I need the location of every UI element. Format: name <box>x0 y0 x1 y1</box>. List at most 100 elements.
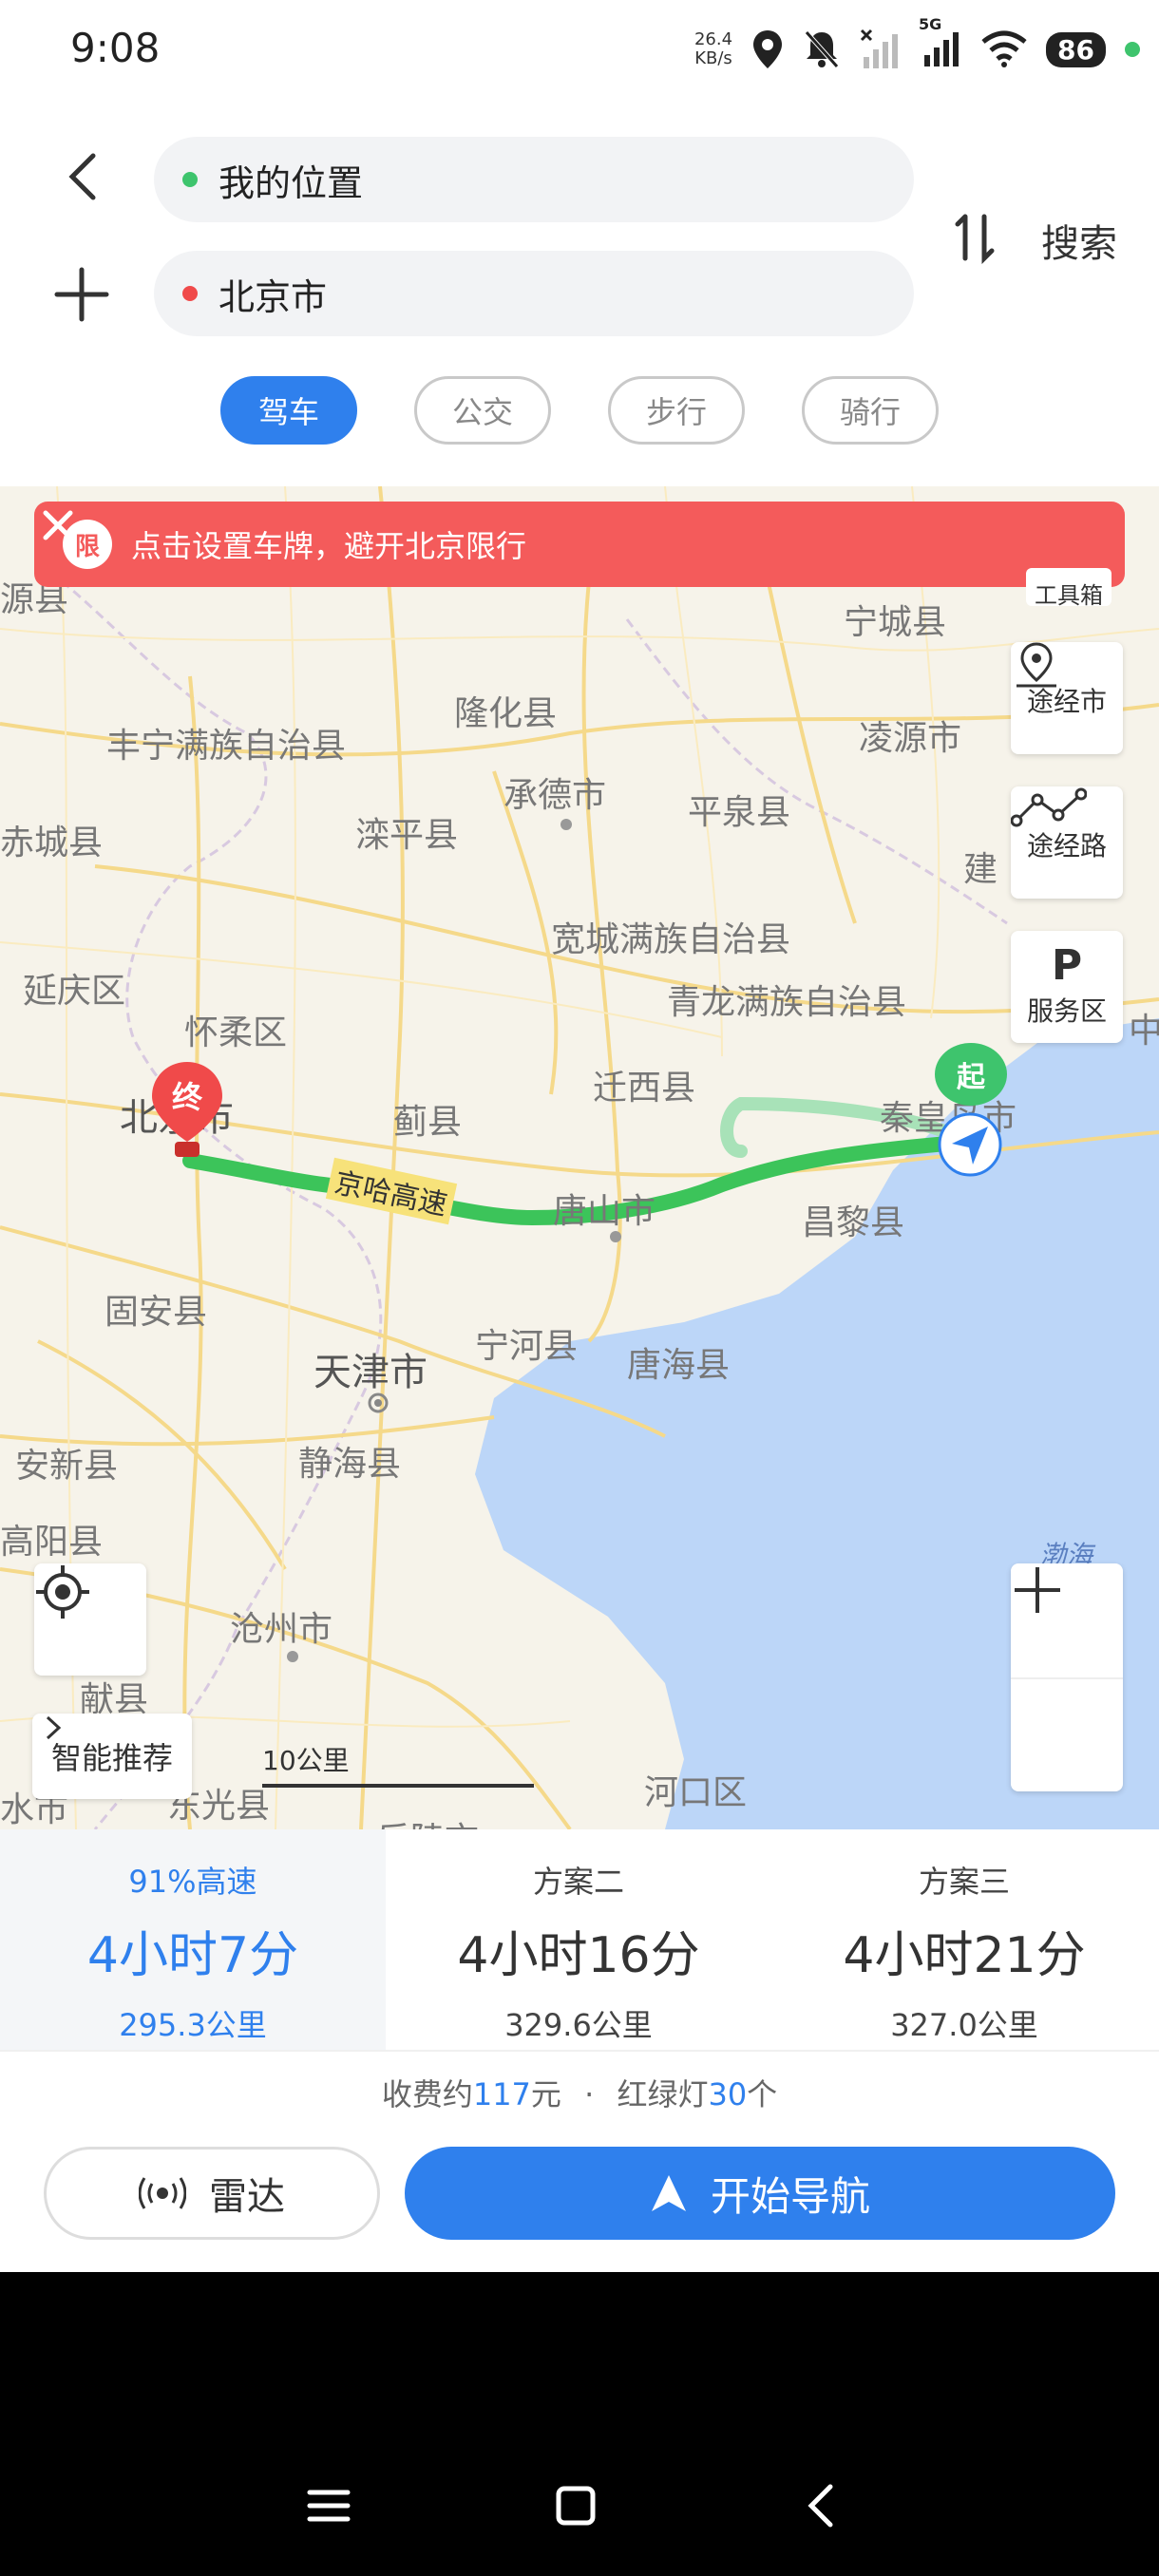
end-marker[interactable]: 终 <box>150 1060 224 1161</box>
place-label: 唐山市 <box>553 1192 656 1231</box>
destination-field[interactable]: 北京市 <box>154 251 914 336</box>
route-option-name: 方案二 <box>532 1864 624 1900</box>
place-label: 怀柔区 <box>184 1013 288 1052</box>
route-option-3[interactable]: 方案三 4小时21分 327.0公里 <box>771 1829 1157 2052</box>
add-waypoint-icon[interactable] <box>53 266 110 323</box>
toolbox-tab[interactable]: 工具箱 <box>1026 568 1112 606</box>
service-area-button[interactable]: P 服务区 <box>1011 931 1123 1043</box>
back-icon[interactable] <box>794 2477 851 2534</box>
current-location-arrow-icon <box>938 1112 1002 1177</box>
place-label: 丰宁满族自治县 <box>106 727 347 766</box>
via-road-button[interactable]: 途经路 <box>1011 786 1123 899</box>
map-scale: 10公里 <box>262 1740 534 1788</box>
wifi-icon <box>981 30 1027 67</box>
place-label: 延庆区 <box>23 972 126 1011</box>
place-label: 建 <box>963 850 998 889</box>
fee-unit: 元 <box>530 2076 561 2112</box>
place-label: 唐海县 <box>627 1346 731 1385</box>
divider <box>0 2050 1159 2052</box>
route-option-1[interactable]: 91%高速 4小时7分 295.3公里 <box>0 1829 386 2052</box>
lights-unit: 个 <box>747 2076 778 2112</box>
restriction-banner[interactable]: 限 点击设置车牌，避开北京限行 <box>34 502 1125 587</box>
origin-field[interactable]: 我的位置 <box>154 137 914 222</box>
signal-off-icon <box>860 28 899 68</box>
close-icon[interactable] <box>34 502 82 549</box>
navigation-arrow-icon <box>651 2175 686 2211</box>
speed-value: 26.4 <box>694 29 733 49</box>
swap-icon[interactable] <box>950 211 1003 264</box>
status-time: 9:08 <box>70 25 161 71</box>
destination-dot <box>182 286 198 301</box>
status-icons: 26.4 KB/s 5G 86 <box>694 15 1140 78</box>
destination-text: 北京市 <box>218 275 328 318</box>
menu-icon[interactable] <box>300 2477 357 2534</box>
place-label: 蓟县 <box>393 1103 463 1142</box>
start-navigation-label: 开始导航 <box>710 2172 870 2220</box>
signal-5g: 5G <box>919 15 962 72</box>
back-arrow-icon[interactable] <box>59 150 112 203</box>
radar-icon <box>139 2177 186 2209</box>
route-option-2[interactable]: 方案二 4小时16分 329.6公里 <box>386 1829 771 2052</box>
home-icon[interactable] <box>547 2477 604 2534</box>
minus-icon <box>1015 1588 1060 1592</box>
route-options: 91%高速 4小时7分 295.3公里 方案二 4小时16分 329.6公里 方… <box>0 1829 1159 2052</box>
radar-button[interactable]: 雷达 <box>44 2147 380 2240</box>
end-marker-label: 终 <box>171 1079 202 1115</box>
border-line <box>625 618 1008 925</box>
tab-drive[interactable]: 驾车 <box>220 376 357 445</box>
place-label: 安新县 <box>15 1447 119 1486</box>
city-dot <box>374 1399 382 1407</box>
speed-unit: KB/s <box>694 48 732 68</box>
via-city-button[interactable]: 途经市 <box>1011 642 1123 754</box>
status-bar: 9:08 26.4 KB/s 5G 86 <box>0 0 1159 104</box>
place-label: 沧州市 <box>230 1610 333 1649</box>
tab-bike[interactable]: 骑行 <box>802 376 939 445</box>
route-summary: 收费约117元 · 红绿灯30个 <box>0 2071 1159 2114</box>
fee-prefix: 收费约 <box>381 2076 473 2112</box>
place-label: 乐陵市 <box>376 1812 479 1829</box>
route-points-icon <box>1011 787 1087 827</box>
network-type: 5G <box>919 15 942 33</box>
place-label: 河口区 <box>644 1773 748 1812</box>
route-option-time: 4小时16分 <box>457 1927 700 1984</box>
origin-dot <box>182 172 198 187</box>
service-area-label: 服务区 <box>1026 995 1107 1027</box>
origin-text: 我的位置 <box>218 161 364 204</box>
scale-bar <box>262 1784 534 1788</box>
tab-transit[interactable]: 公交 <box>414 376 551 445</box>
map-view[interactable]: 源县 宁城县 隆化县 丰宁满族自治县 凌源市 承德市 平泉县 滦平县 赤城县 建… <box>0 486 1159 1829</box>
start-navigation-button[interactable]: 开始导航 <box>405 2147 1115 2240</box>
chevron-right-icon <box>46 1715 62 1740</box>
smart-recommend-button[interactable]: 智能推荐 <box>32 1714 193 1799</box>
travel-mode-tabs: 驾车 公交 步行 骑行 <box>220 376 939 445</box>
locate-button[interactable] <box>34 1563 146 1676</box>
route-option-distance: 295.3公里 <box>119 2007 267 2043</box>
mute-bell-icon <box>805 30 839 68</box>
place-label: 宁城县 <box>844 603 947 642</box>
summary-separator: · <box>584 2076 595 2112</box>
via-road-label: 途经路 <box>1026 830 1107 862</box>
smart-recommend-label: 智能推荐 <box>51 1740 174 1776</box>
place-label: 滦平县 <box>355 816 459 855</box>
city-dot <box>560 819 572 830</box>
place-label: 静海县 <box>298 1445 402 1484</box>
place-label: 承德市 <box>504 776 607 815</box>
fee-amount: 117 <box>472 2076 531 2112</box>
place-label: 宁河县 <box>475 1327 579 1366</box>
parking-icon: P <box>1051 941 1083 990</box>
route-option-distance: 329.6公里 <box>504 2007 653 2043</box>
lights-count: 30 <box>708 2076 748 2112</box>
location-icon <box>753 30 783 68</box>
route-option-time: 4小时7分 <box>86 1927 299 1984</box>
place-label: 固安县 <box>104 1293 208 1332</box>
place-label: 高阳县 <box>0 1523 104 1562</box>
battery-level: 86 <box>1046 31 1106 67</box>
tab-walk[interactable]: 步行 <box>608 376 745 445</box>
search-button[interactable]: 搜索 <box>1041 213 1117 268</box>
start-marker[interactable]: 起 <box>935 1043 1007 1106</box>
route-option-time: 4小时21分 <box>843 1927 1086 1984</box>
network-speed: 26.4 KB/s <box>694 30 732 68</box>
zoom-out-button[interactable] <box>1011 1588 1123 1793</box>
restriction-message: 点击设置车牌，避开北京限行 <box>131 528 527 564</box>
route-option-name: 方案三 <box>918 1864 1010 1900</box>
